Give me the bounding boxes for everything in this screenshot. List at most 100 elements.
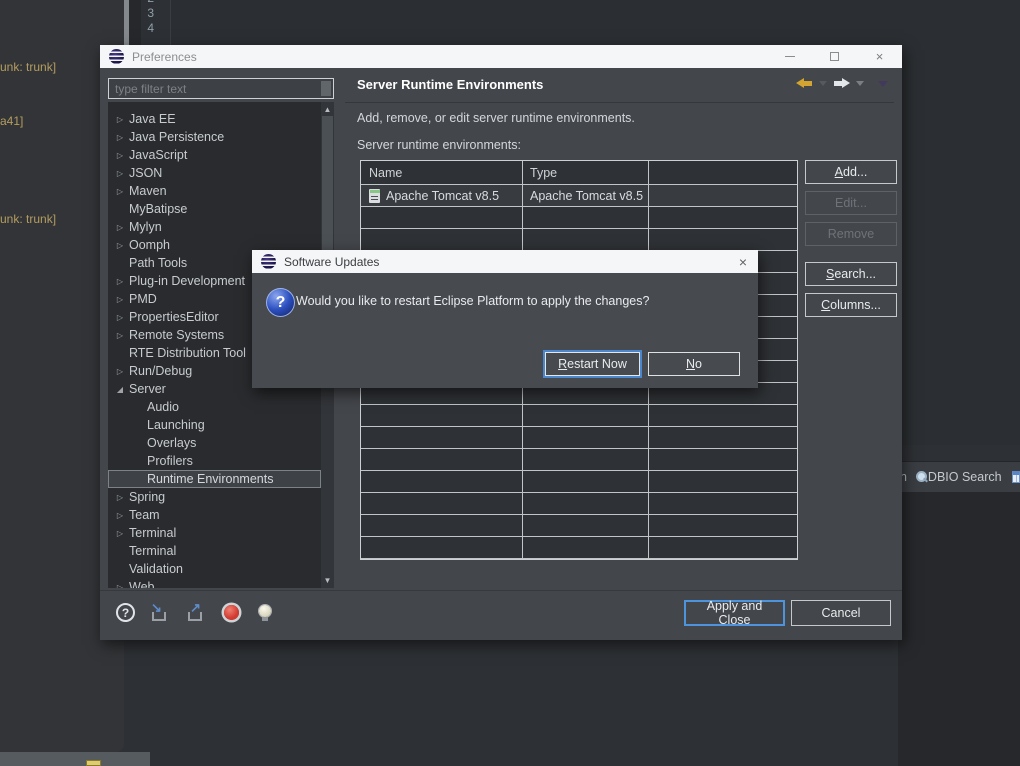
- tree-expand-icon[interactable]: [113, 367, 127, 376]
- filter-endcap: [321, 81, 331, 96]
- project-label: unk: trunk]: [0, 212, 56, 226]
- table-empty-row[interactable]: [361, 537, 797, 559]
- tree-item-label: JavaScript: [129, 148, 187, 162]
- line-number: 4: [124, 21, 164, 36]
- tree-item[interactable]: Runtime Environments: [108, 470, 321, 488]
- tree-item[interactable]: JavaScript: [108, 146, 321, 164]
- tree-item[interactable]: Mylyn: [108, 218, 321, 236]
- tree-item[interactable]: Maven: [108, 182, 321, 200]
- tree-expand-icon[interactable]: [113, 511, 127, 520]
- table-empty-row[interactable]: [361, 449, 797, 471]
- close-button[interactable]: ×: [857, 45, 902, 68]
- table-empty-row[interactable]: [361, 493, 797, 515]
- tree-item[interactable]: Launching: [108, 416, 321, 434]
- tree-item[interactable]: Overlays: [108, 434, 321, 452]
- restart-now-button[interactable]: Restart Now: [545, 352, 640, 376]
- tree-expand-icon[interactable]: [113, 169, 127, 178]
- tree-expand-icon[interactable]: [113, 277, 127, 286]
- scroll-up-icon[interactable]: ▲: [321, 103, 334, 116]
- list-label: Server runtime environments:: [357, 138, 521, 152]
- tree-item-label: PropertiesEditor: [129, 310, 219, 324]
- search-button[interactable]: Search...: [805, 262, 897, 286]
- scroll-down-icon[interactable]: ▼: [321, 574, 334, 587]
- editor-line: 3: [124, 6, 1004, 21]
- tree-item[interactable]: Terminal: [108, 524, 321, 542]
- maximize-button[interactable]: [812, 45, 857, 68]
- tree-item-label: Mylyn: [129, 220, 162, 234]
- apply-and-close-button[interactable]: Apply and Close: [684, 600, 785, 626]
- tree-item[interactable]: Profilers: [108, 452, 321, 470]
- record-icon[interactable]: [224, 605, 239, 620]
- tree-expand-icon[interactable]: [113, 115, 127, 124]
- tree-item-label: Web: [129, 580, 154, 588]
- tab-dbio-search[interactable]: DBIO Search: [928, 470, 1002, 484]
- cancel-button[interactable]: Cancel: [791, 600, 891, 626]
- view-menu-icon[interactable]: [878, 81, 888, 87]
- table-empty-row[interactable]: [361, 427, 797, 449]
- filter-input[interactable]: [108, 78, 334, 99]
- table-view-icon[interactable]: [1012, 471, 1020, 483]
- lower-view-area: [898, 492, 1020, 766]
- table-row[interactable]: Apache Tomcat v8.5 Apache Tomcat v8.5: [361, 185, 797, 207]
- help-icon[interactable]: ?: [116, 603, 135, 622]
- table-empty-row[interactable]: [361, 207, 797, 229]
- tree-expand-icon[interactable]: [113, 385, 127, 394]
- tree-expand-icon[interactable]: [113, 529, 127, 538]
- tree-item[interactable]: Spring: [108, 488, 321, 506]
- tree-item[interactable]: MyBatipse: [108, 200, 321, 218]
- remove-button[interactable]: Remove: [805, 222, 897, 246]
- back-dropdown-icon[interactable]: [819, 81, 827, 86]
- tree-item[interactable]: Terminal: [108, 542, 321, 560]
- tree-expand-icon[interactable]: [113, 295, 127, 304]
- tree-expand-icon[interactable]: [113, 583, 127, 589]
- tree-item[interactable]: Team: [108, 506, 321, 524]
- tree-item-label: Overlays: [147, 436, 196, 450]
- tree-expand-icon[interactable]: [113, 223, 127, 232]
- tree-item[interactable]: Audio: [108, 398, 321, 416]
- tree-item-label: Spring: [129, 490, 165, 504]
- add-button[interactable]: Add...: [805, 160, 897, 184]
- tree-expand-icon[interactable]: [113, 331, 127, 340]
- tree-item-label: Server: [129, 382, 166, 396]
- export-icon[interactable]: ↗: [185, 604, 207, 622]
- preferences-titlebar[interactable]: Preferences ×: [100, 45, 902, 68]
- tree-expand-icon[interactable]: [113, 241, 127, 250]
- tree-item[interactable]: Web: [108, 578, 321, 588]
- table-empty-row[interactable]: [361, 471, 797, 493]
- column-header-type[interactable]: Type: [522, 166, 648, 180]
- tree-item[interactable]: JSON: [108, 164, 321, 182]
- table-empty-row[interactable]: [361, 515, 797, 537]
- tree-item-label: Team: [129, 508, 160, 522]
- tree-item-label: PMD: [129, 292, 157, 306]
- pane-separator: [345, 102, 894, 103]
- table-header-row[interactable]: Name Type: [361, 161, 797, 185]
- tree-item[interactable]: Validation: [108, 560, 321, 578]
- editor-lines: 2 3 4: [124, 0, 1004, 36]
- tree-item[interactable]: Java EE: [108, 110, 321, 128]
- forward-dropdown-icon[interactable]: [856, 81, 864, 86]
- dialog-titlebar[interactable]: Software Updates: [252, 250, 758, 273]
- columns-button[interactable]: Columns...: [805, 293, 897, 317]
- close-icon[interactable]: ×: [728, 250, 758, 273]
- no-button[interactable]: No: [648, 352, 740, 376]
- tree-item-label: Path Tools: [129, 256, 187, 270]
- column-header-name[interactable]: Name: [361, 166, 522, 180]
- back-arrow-icon[interactable]: [796, 78, 813, 89]
- table-empty-row[interactable]: [361, 405, 797, 427]
- tree-expand-icon[interactable]: [113, 133, 127, 142]
- window-title: Preferences: [132, 50, 197, 64]
- tree-expand-icon[interactable]: [113, 151, 127, 160]
- edit-button[interactable]: Edit...: [805, 191, 897, 215]
- tree-item-label: Launching: [147, 418, 205, 432]
- tree-expand-icon[interactable]: [113, 313, 127, 322]
- import-icon[interactable]: ↘: [149, 604, 171, 622]
- server-icon: [369, 189, 380, 203]
- minimize-button[interactable]: [767, 45, 812, 68]
- lightbulb-icon[interactable]: [258, 604, 272, 622]
- forward-arrow-icon[interactable]: [833, 78, 850, 89]
- search-icon: [915, 471, 922, 484]
- tree-expand-icon[interactable]: [113, 187, 127, 196]
- tree-item[interactable]: Java Persistence: [108, 128, 321, 146]
- table-empty-row[interactable]: [361, 229, 797, 251]
- tree-expand-icon[interactable]: [113, 493, 127, 502]
